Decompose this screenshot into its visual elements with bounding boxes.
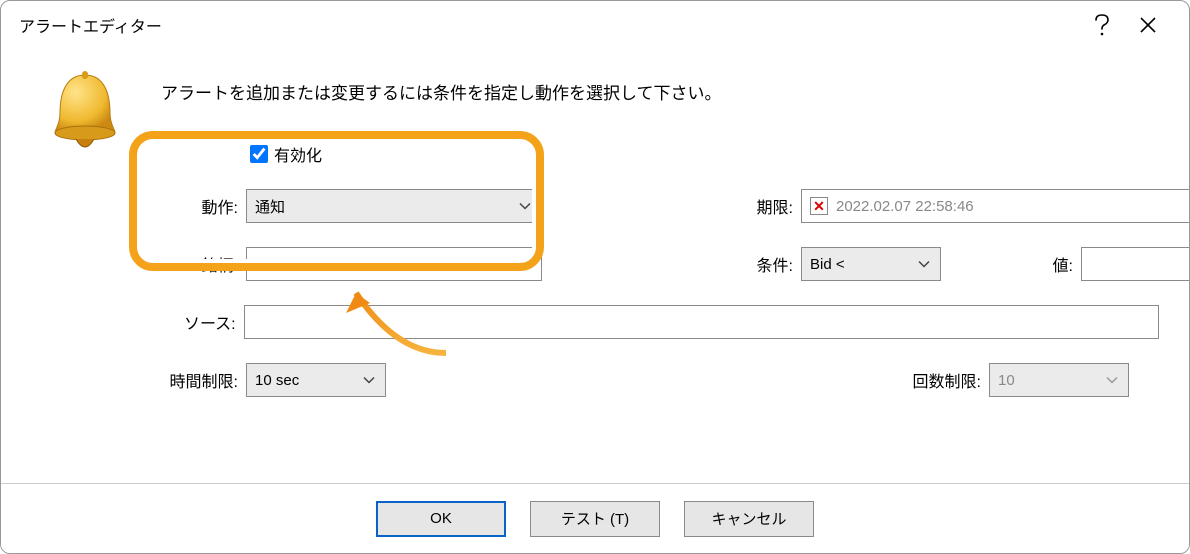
timeout-select[interactable]: 10 sec: [246, 363, 386, 397]
ok-button-label: OK: [430, 510, 452, 527]
enable-label: 有効化: [274, 142, 322, 166]
window-title: アラートエディター: [19, 13, 1079, 37]
help-icon: [1094, 14, 1110, 36]
chevron-down-icon: [363, 372, 375, 389]
cancel-button-label: キャンセル: [711, 508, 786, 529]
intro-text: アラートを追加または変更するには条件を指定し動作を選択して下さい。: [161, 79, 1159, 104]
test-button-label: テスト (T): [561, 508, 629, 529]
test-button[interactable]: テスト (T): [530, 501, 660, 537]
dialog-footer: OK テスト (T) キャンセル: [1, 483, 1189, 553]
max-iterations-label: 回数制限:: [869, 368, 989, 392]
timeout-label: 時間制限:: [91, 368, 246, 392]
max-iterations-value: 10: [998, 372, 1015, 389]
symbol-value: EURUSD: [255, 256, 318, 273]
alert-editor-dialog: アラートエディター: [0, 0, 1190, 554]
timeout-value: 10 sec: [255, 372, 299, 389]
help-button[interactable]: [1079, 2, 1125, 48]
enable-checkbox-input[interactable]: [250, 145, 268, 163]
chevron-down-icon: [519, 256, 531, 273]
source-input[interactable]: [244, 305, 1159, 339]
chevron-down-icon: [918, 256, 930, 273]
action-value: 通知: [255, 196, 285, 217]
close-icon: [1139, 16, 1157, 34]
condition-label: 条件:: [731, 252, 801, 276]
enable-checkbox[interactable]: 有効化: [246, 142, 322, 166]
cancel-button[interactable]: キャンセル: [684, 501, 814, 537]
clear-expiration-icon[interactable]: ✕: [810, 197, 828, 215]
action-select[interactable]: 通知: [246, 189, 542, 223]
max-iterations-select[interactable]: 10: [989, 363, 1129, 397]
symbol-label: 銘柄:: [91, 252, 246, 276]
expiration-value: 2022.02.07 22:58:46: [836, 198, 974, 215]
condition-select[interactable]: Bid <: [801, 247, 941, 281]
condition-value: Bid <: [810, 256, 845, 273]
value-label: 値:: [941, 252, 1081, 276]
close-button[interactable]: [1125, 2, 1171, 48]
action-label: 動作:: [91, 194, 246, 218]
expiration-label: 期限:: [731, 194, 801, 218]
chevron-down-icon: [1106, 372, 1118, 389]
symbol-select[interactable]: EURUSD: [246, 247, 542, 281]
chevron-down-icon: [519, 198, 531, 215]
source-label: ソース:: [91, 310, 244, 334]
ok-button[interactable]: OK: [376, 501, 506, 537]
value-input[interactable]: [1081, 247, 1190, 281]
titlebar: アラートエディター: [1, 1, 1189, 49]
expiration-field[interactable]: ✕ 2022.02.07 22:58:46: [801, 189, 1190, 223]
